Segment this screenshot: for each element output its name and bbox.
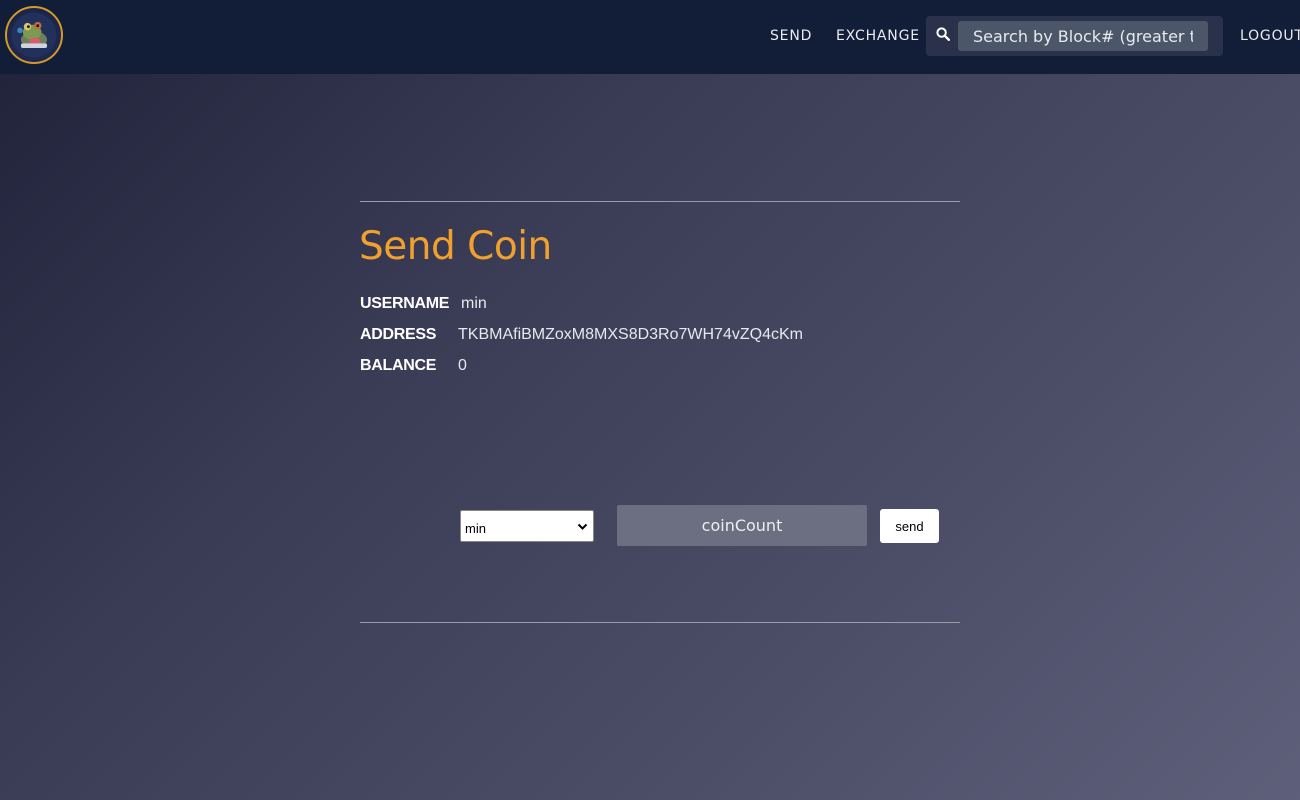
bottom-divider bbox=[360, 622, 960, 623]
search-bar bbox=[926, 16, 1223, 56]
chevron-down-icon bbox=[577, 523, 588, 530]
address-value: TKBMAfiBMZoxM8MXS8D3Ro7WH74vZQ4cKm bbox=[458, 326, 803, 343]
top-navbar: SEND EXCHANGE LOGOUT bbox=[0, 0, 1300, 74]
username-label: USERNAME bbox=[360, 295, 450, 312]
balance-label: BALANCE bbox=[360, 357, 437, 374]
coin-mascot-logo-icon[interactable] bbox=[5, 6, 63, 64]
address-label: ADDRESS bbox=[360, 326, 437, 343]
search-icon[interactable] bbox=[936, 27, 950, 41]
username-value: min bbox=[461, 295, 487, 312]
nav-logout-link[interactable]: LOGOUT bbox=[1240, 28, 1300, 44]
nav-exchange-link[interactable]: EXCHANGE bbox=[836, 28, 920, 44]
balance-value: 0 bbox=[458, 357, 467, 374]
nav-send-link[interactable]: SEND bbox=[770, 28, 812, 44]
recipient-select-value: min bbox=[465, 521, 486, 536]
coin-count-input[interactable] bbox=[617, 505, 867, 546]
page-title: Send Coin bbox=[359, 224, 552, 269]
top-divider bbox=[360, 201, 960, 202]
search-input[interactable] bbox=[958, 21, 1208, 51]
send-button[interactable]: send bbox=[880, 509, 939, 543]
recipient-select[interactable]: min bbox=[460, 510, 594, 542]
